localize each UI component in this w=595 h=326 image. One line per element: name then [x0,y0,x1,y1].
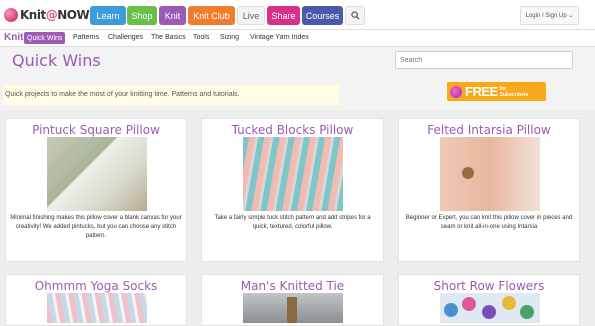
search-button[interactable] [345,6,365,25]
flower-detail [444,303,458,317]
promo-subscribers-label: Subscribers [499,91,529,98]
page-title: Quick Wins [12,51,101,70]
card-description: Take a fairly simple tuck stitch pattern… [214,215,371,230]
card-title[interactable]: Felted Intarsia Pillow [399,123,579,137]
card-title[interactable]: Man's Knitted Tie [202,279,383,293]
subnav-item-the-basics[interactable]: The Basics [151,34,186,41]
site-logo[interactable]: Knit@NOW [4,6,90,24]
section-brand[interactable]: Knit [4,32,23,43]
yarn-ball-icon [4,8,18,22]
card-description: Minimal finishing makes this pillow cove… [10,215,182,239]
subnav-item-patterns[interactable]: Patterns [73,34,99,41]
subnav-item-sizing[interactable]: Sizing [220,34,239,41]
promo-free-label: FREE [465,84,498,99]
card-title[interactable]: Tucked Blocks Pillow [202,123,383,137]
search-input[interactable] [395,51,573,69]
free-for-subscribers-banner[interactable]: FREE for Subscribers [447,82,546,101]
card-image[interactable] [243,137,343,211]
card-image[interactable] [47,293,147,323]
card-title[interactable]: Pintuck Square Pillow [6,123,186,137]
sub-navbar: Knit Quick Wins Patterns Challenges The … [0,30,595,47]
subnav-item-tools[interactable]: Tools [193,34,209,41]
card-title[interactable]: Ohmmm Yoga Socks [6,279,186,293]
card-image[interactable] [440,137,540,211]
flower-detail [502,296,516,310]
nav-knit-club-button[interactable]: Knit Club [188,6,235,25]
project-card[interactable]: Short Row Flowers [398,274,580,326]
intro-text: Quick projects to make the most of your … [3,85,339,105]
card-image[interactable] [243,293,343,323]
card-description: Beginner or Expert, you can knit this pi… [405,215,573,230]
project-card[interactable]: Pintuck Square Pillow Minimal finishing … [5,118,187,262]
nav-learn-button[interactable]: Learn [90,6,126,25]
flower-detail [482,305,496,319]
nav-courses-button[interactable]: Courses [302,6,343,25]
project-card[interactable]: Felted Intarsia Pillow Beginner or Exper… [398,118,580,262]
flower-detail [520,305,534,319]
subnav-item-vintage-yarn-index[interactable]: Vintage Yarn Index [250,34,309,41]
nav-knit-button[interactable]: Knit [159,6,186,25]
nav-share-button[interactable]: Share [267,6,300,25]
card-title[interactable]: Short Row Flowers [399,279,579,293]
nav-live-button[interactable]: Live [237,6,265,25]
login-signup-button[interactable]: Login / Sign Up ⌄ [520,6,579,25]
project-card[interactable]: Ohmmm Yoga Socks [5,274,187,326]
subnav-item-quick-wins[interactable]: Quick Wins [24,32,66,44]
card-image[interactable] [47,137,147,211]
project-card[interactable]: Tucked Blocks Pillow Take a fairly simpl… [201,118,384,262]
nav-shop-button[interactable]: Shop [127,6,157,25]
card-image[interactable] [440,293,540,323]
project-card[interactable]: Man's Knitted Tie [201,274,384,326]
top-navbar: Knit@NOW Learn Shop Knit Knit Club Live … [0,0,595,30]
tie-detail [287,297,297,323]
flower-detail [462,297,476,311]
yarn-ball-icon [450,85,462,98]
button-detail [462,167,474,179]
search-icon [350,11,360,20]
subnav-item-challenges[interactable]: Challenges [108,34,143,41]
